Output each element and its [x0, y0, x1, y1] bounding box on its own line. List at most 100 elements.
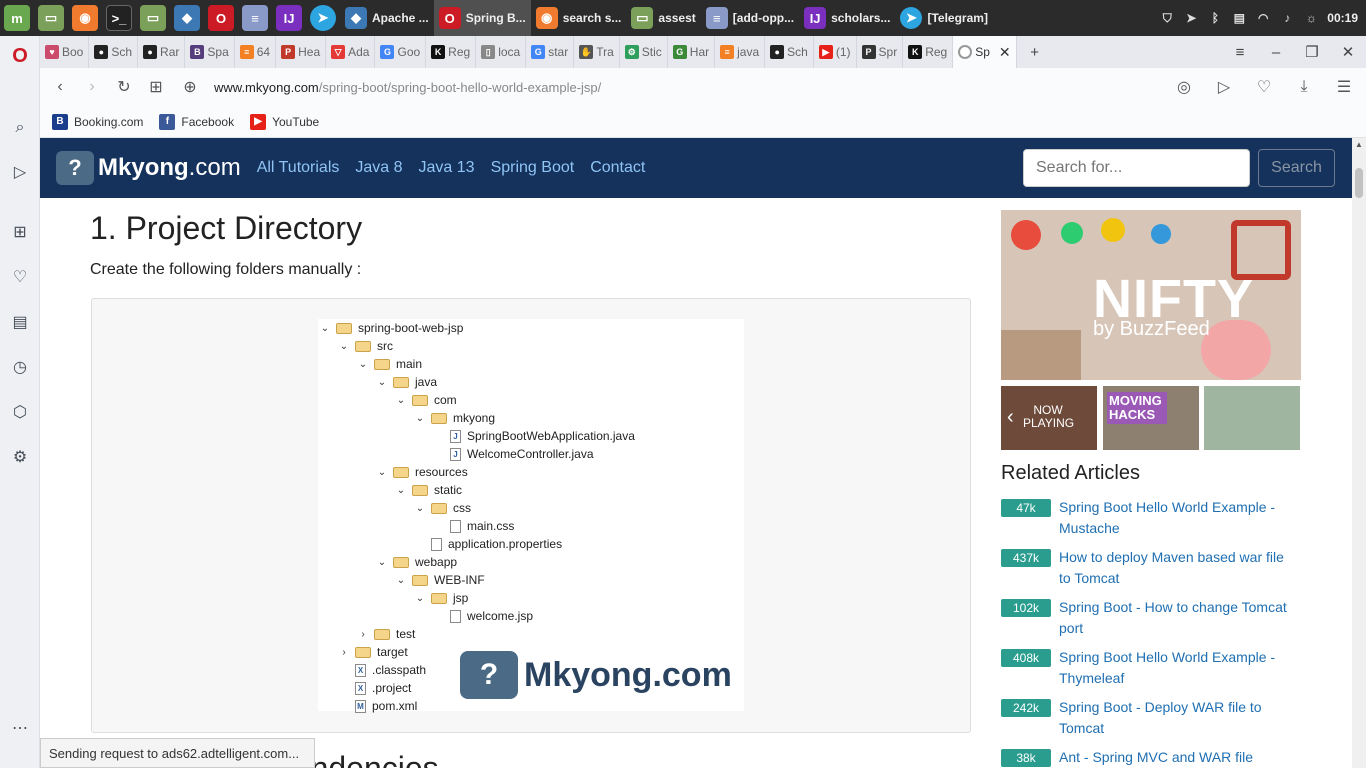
- tab-google[interactable]: G Goo: [375, 36, 427, 68]
- maximize-icon[interactable]: ❐: [1294, 36, 1330, 68]
- send-icon[interactable]: ▷: [8, 160, 32, 184]
- music-icon[interactable]: ♪: [1279, 10, 1295, 26]
- tab-github[interactable]: ● Sch: [89, 36, 139, 68]
- gear-icon[interactable]: ⚙: [8, 445, 32, 469]
- taskbar-files2-launcher[interactable]: ▭: [136, 0, 170, 36]
- telegram-tray-icon[interactable]: ➤: [1183, 10, 1199, 26]
- task-add-opp[interactable]: ≡ [add-opp...: [701, 0, 799, 36]
- tab-tra[interactable]: ✋ Tra: [574, 36, 620, 68]
- taskbar-telegram-launcher[interactable]: ➤: [306, 0, 340, 36]
- reload-icon[interactable]: ↻: [108, 72, 140, 102]
- task-scholars[interactable]: IJ scholars...: [799, 0, 895, 36]
- mint-menu-button[interactable]: m: [0, 0, 34, 36]
- camera-icon[interactable]: ◎: [1168, 72, 1200, 102]
- tab-github2[interactable]: ● Rar: [138, 36, 186, 68]
- related-article[interactable]: 102k Spring Boot - How to change Tomcat p…: [1001, 597, 1301, 641]
- related-article-link[interactable]: Spring Boot Hello World Example - Thymel…: [1059, 647, 1299, 689]
- nav-spring-boot[interactable]: Spring Boot: [491, 159, 575, 177]
- minimize-icon[interactable]: –: [1258, 36, 1294, 68]
- news-icon[interactable]: ▤: [8, 310, 32, 334]
- bookmark-booking[interactable]: B Booking.com: [52, 113, 143, 130]
- url-field[interactable]: www.mkyong.com/spring-boot/spring-boot-h…: [214, 80, 601, 95]
- forward-icon[interactable]: ›: [76, 72, 108, 102]
- nav-contact[interactable]: Contact: [590, 159, 645, 177]
- task-telegram[interactable]: ➤ [Telegram]: [895, 0, 992, 36]
- tab-har[interactable]: G Har: [668, 36, 716, 68]
- task-search[interactable]: ◉ search s...: [531, 0, 627, 36]
- search-input[interactable]: [1023, 149, 1250, 187]
- task-assest[interactable]: ▭ assest: [626, 0, 700, 36]
- tab-booking[interactable]: ♥ Boo: [40, 36, 90, 68]
- close-icon[interactable]: ✕: [999, 44, 1011, 61]
- brightness-icon[interactable]: ☼: [1303, 10, 1319, 26]
- tab-local[interactable]: ▯ loca: [476, 36, 527, 68]
- new-tab-button[interactable]: +: [1017, 36, 1053, 68]
- tab-github3[interactable]: ● Sch: [765, 36, 814, 68]
- task-apache[interactable]: ◆ Apache ...: [340, 0, 434, 36]
- tab-google2[interactable]: Gstar: [526, 36, 575, 68]
- tabs-grid-icon[interactable]: ⊞: [140, 72, 172, 102]
- related-article-link[interactable]: Spring Boot - Deploy WAR file to Tomcat: [1059, 697, 1299, 739]
- scroll-thumb[interactable]: [1355, 168, 1363, 198]
- tab-stic[interactable]: ⚙ Stic: [620, 36, 668, 68]
- more-icon[interactable]: ⋯: [8, 716, 32, 740]
- taskbar-files-launcher[interactable]: ▭: [34, 0, 68, 36]
- taskbar-intellij-launcher[interactable]: IJ: [272, 0, 306, 36]
- clock[interactable]: 00:19: [1327, 11, 1358, 25]
- taskbar-box-launcher[interactable]: ◆: [170, 0, 204, 36]
- easy-setup-icon[interactable]: ☰: [1328, 72, 1360, 102]
- search-icon[interactable]: ⌕: [8, 116, 32, 140]
- speed-dial-icon[interactable]: ⊞: [8, 220, 32, 244]
- tab-p[interactable]: P Spr: [857, 36, 904, 68]
- related-article[interactable]: 408k Spring Boot Hello World Example - Th…: [1001, 647, 1301, 691]
- extensions-icon[interactable]: ⬡: [8, 400, 32, 424]
- related-article-link[interactable]: Spring Boot Hello World Example - Mustac…: [1059, 497, 1299, 539]
- flag-icon[interactable]: ▤: [1231, 10, 1247, 26]
- ad-thumb-now-playing[interactable]: ‹ NOW PLAYING: [1001, 386, 1097, 450]
- close-window-icon[interactable]: ✕: [1330, 36, 1366, 68]
- heart-icon[interactable]: ♡: [8, 265, 32, 289]
- send-icon[interactable]: ▷: [1208, 72, 1240, 102]
- tab-pd[interactable]: P Hea: [276, 36, 327, 68]
- tab-youtube[interactable]: ▶ (1): [814, 36, 857, 68]
- related-article[interactable]: 437k How to deploy Maven based war file t…: [1001, 547, 1301, 591]
- related-article-link[interactable]: Spring Boot - How to change Tomcat port: [1059, 597, 1299, 639]
- nav-java-13[interactable]: Java 13: [419, 159, 475, 177]
- shield-icon[interactable]: ⛉: [1159, 10, 1175, 26]
- ad-thumb-moving-hacks[interactable]: MOVING HACKS: [1103, 386, 1199, 450]
- task-spring-boot[interactable]: O Spring B...: [433, 0, 531, 36]
- related-article-link[interactable]: How to deploy Maven based war file to To…: [1059, 547, 1299, 589]
- related-article[interactable]: 242k Spring Boot - Deploy WAR file to Tom…: [1001, 697, 1301, 741]
- bluetooth-icon[interactable]: ᛒ: [1207, 10, 1223, 26]
- taskbar-terminal-launcher[interactable]: >_: [102, 0, 136, 36]
- related-article[interactable]: 38k Ant - Spring MVC and WAR file: [1001, 747, 1301, 768]
- search-button[interactable]: Search: [1258, 149, 1335, 187]
- scroll-up-icon[interactable]: ▲: [1355, 140, 1363, 149]
- taskbar-opera-launcher[interactable]: O: [204, 0, 238, 36]
- wifi-icon[interactable]: ◠: [1255, 10, 1271, 26]
- ad-thumb-plants[interactable]: [1204, 386, 1300, 450]
- tab-menu-icon[interactable]: ≡: [1222, 36, 1258, 68]
- history-icon[interactable]: ◷: [8, 355, 32, 379]
- nav-java-8[interactable]: Java 8: [355, 159, 402, 177]
- download-icon[interactable]: ⤓: [1288, 72, 1320, 102]
- back-icon[interactable]: ‹: [44, 72, 76, 102]
- tab-k2[interactable]: K Reg: [903, 36, 954, 68]
- taskbar-writer-launcher[interactable]: ≡: [238, 0, 272, 36]
- chevron-left-icon[interactable]: ‹: [1007, 406, 1014, 429]
- bookmark-youtube[interactable]: ▶ YouTube: [250, 113, 319, 130]
- page-scrollbar[interactable]: ▲: [1352, 138, 1366, 768]
- related-article-link[interactable]: Ant - Spring MVC and WAR file: [1059, 747, 1299, 768]
- tab-k[interactable]: K Reg: [426, 36, 477, 68]
- taskbar-firefox-launcher[interactable]: ◉: [68, 0, 102, 36]
- bookmark-facebook[interactable]: f Facebook: [159, 113, 234, 130]
- heart-icon[interactable]: ♡: [1248, 72, 1280, 102]
- site-logo[interactable]: ? Mkyong.com: [56, 151, 241, 185]
- related-article[interactable]: 47k Spring Boot Hello World Example - Mus…: [1001, 497, 1301, 541]
- opera-logo-icon[interactable]: O: [8, 44, 32, 68]
- ad-banner[interactable]: NIFTY by BuzzFeed: [1001, 210, 1301, 380]
- tab-java[interactable]: ≡ java: [715, 36, 766, 68]
- nav-all-tutorials[interactable]: All Tutorials: [257, 159, 340, 177]
- tab-bootstrap[interactable]: B Spa: [185, 36, 235, 68]
- tab-spring-active[interactable]: Sp ✕: [953, 36, 1017, 68]
